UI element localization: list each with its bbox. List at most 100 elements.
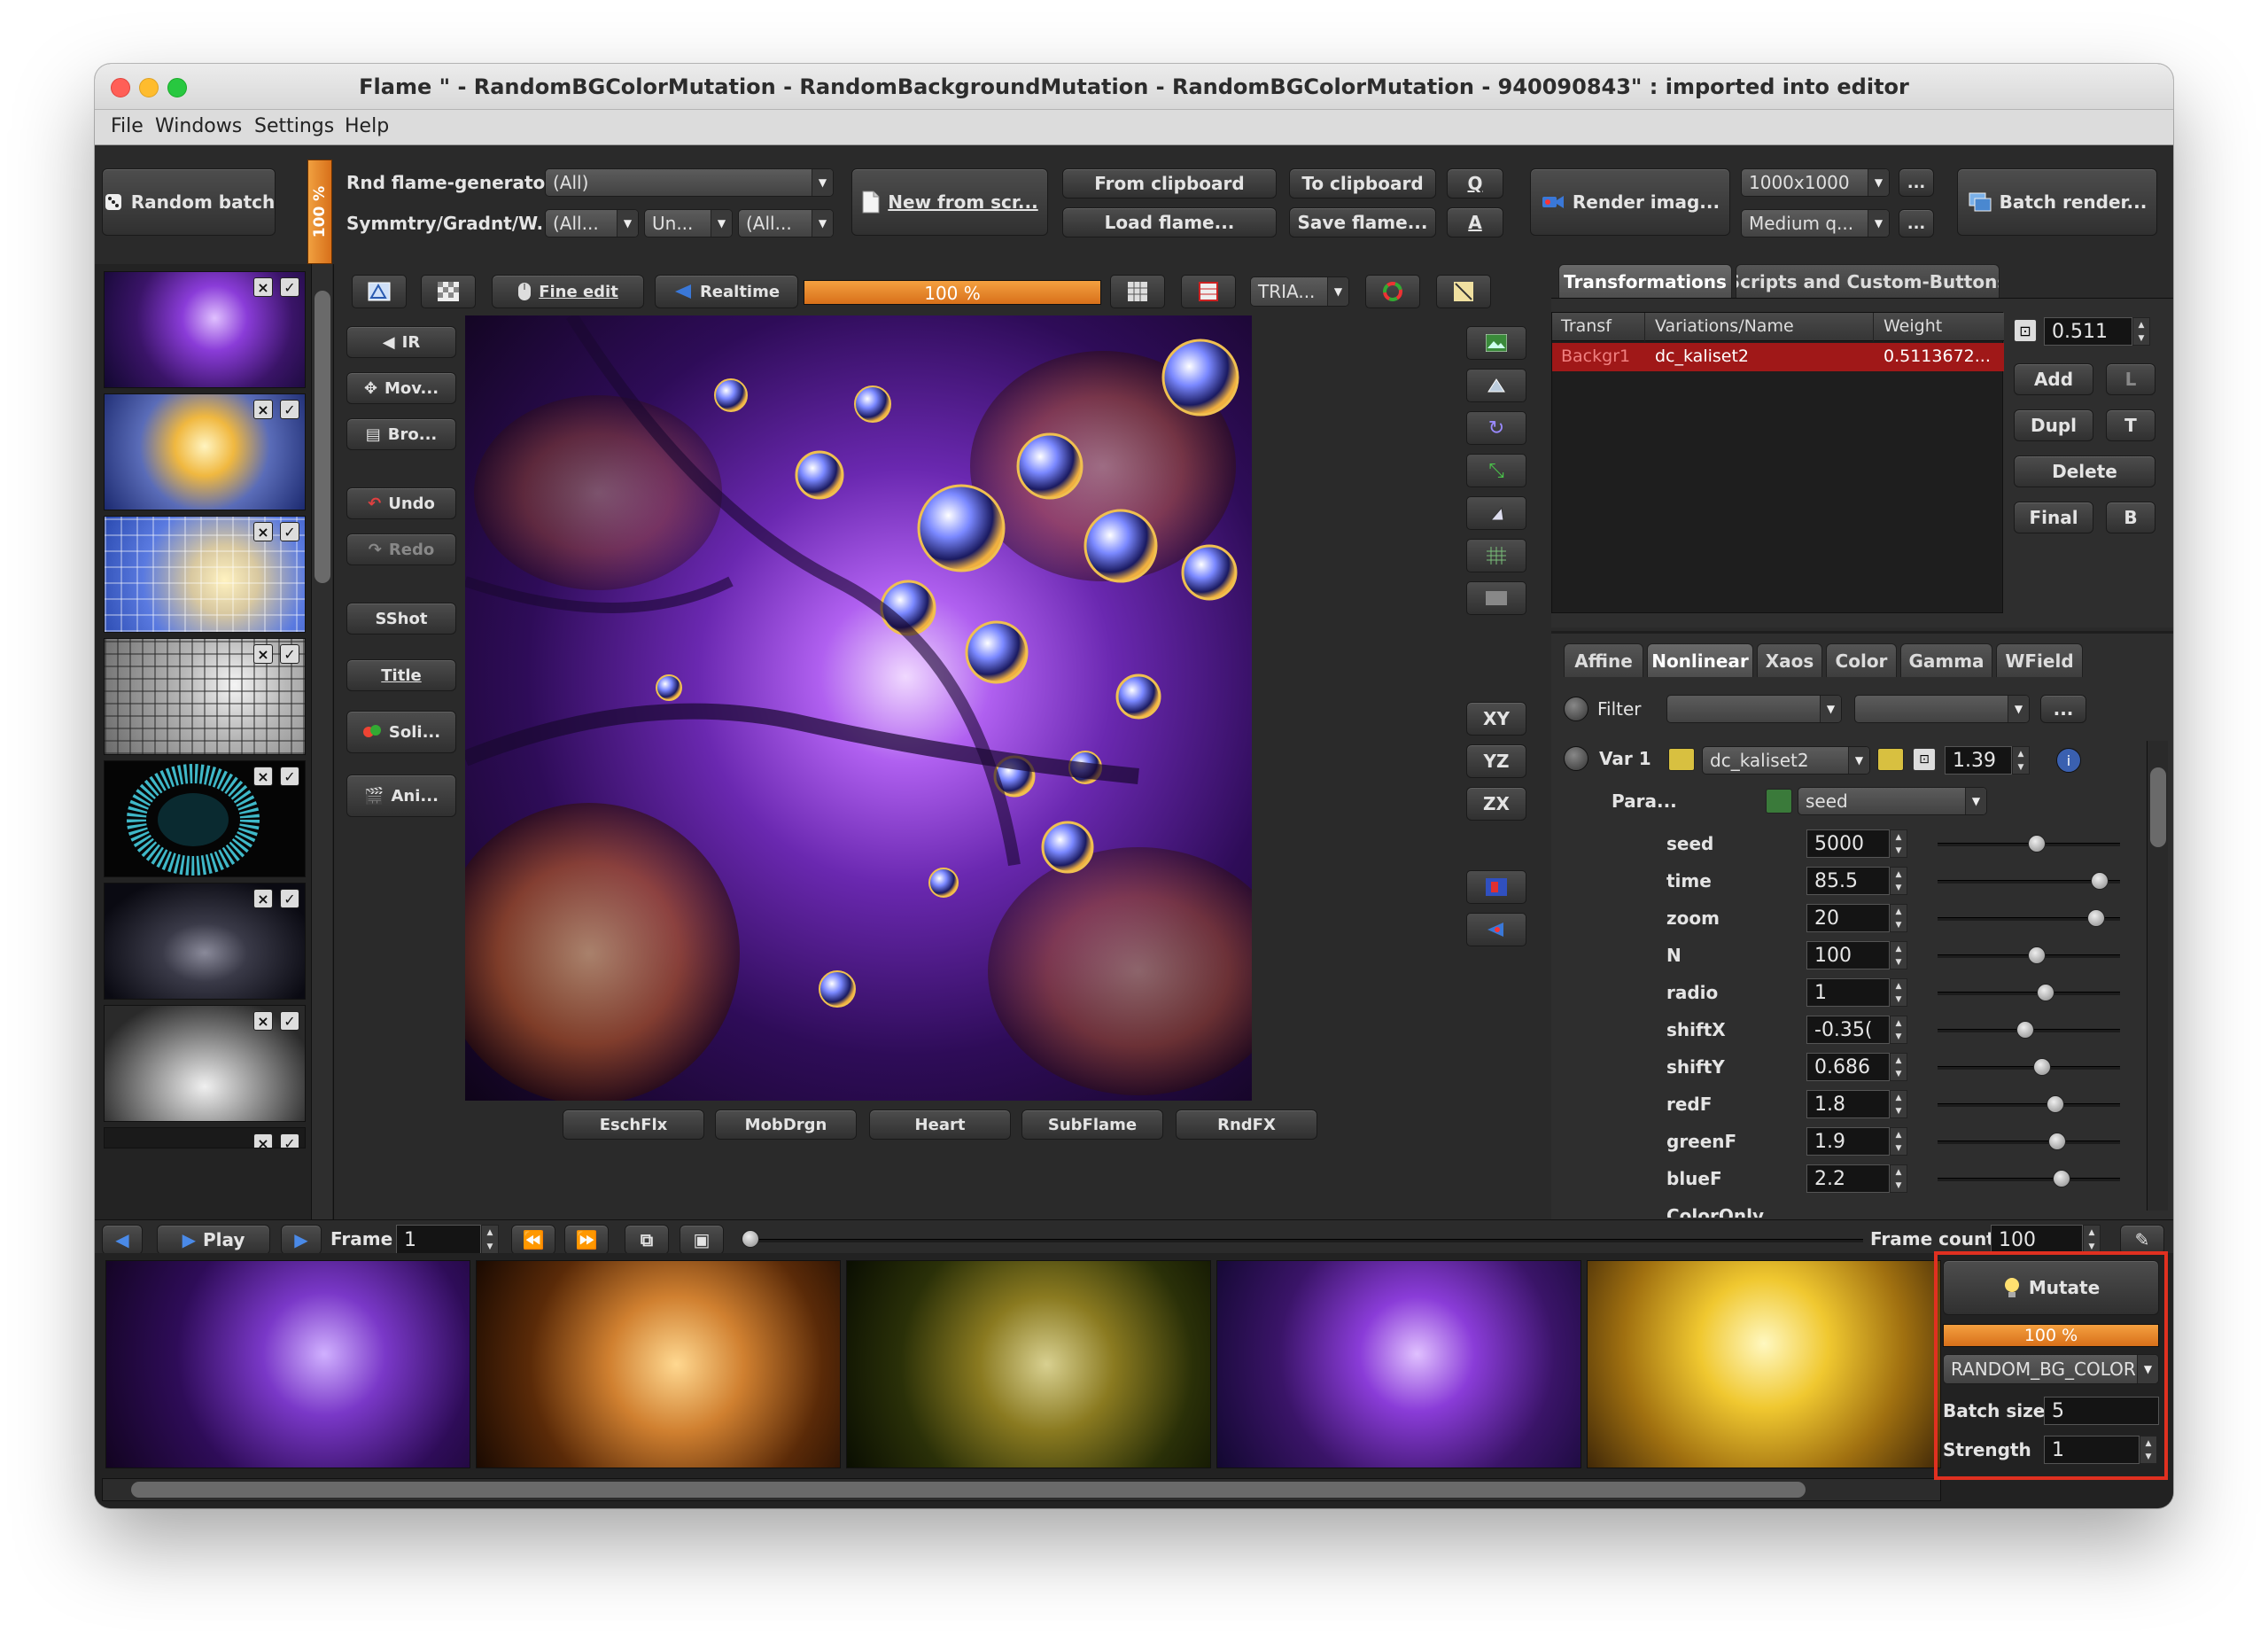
param-slider-track[interactable] <box>1938 1178 2120 1181</box>
weight-spinner[interactable]: ▲ ▼ <box>2132 317 2150 346</box>
l-button[interactable]: L <box>2106 363 2155 395</box>
filter-toggle[interactable] <box>1564 697 1588 721</box>
param-spinner[interactable]: ▲ ▼ <box>1890 1053 1907 1081</box>
param-spinner[interactable]: ▲ ▼ <box>1890 978 1907 1007</box>
toggle-overlay-button[interactable] <box>1436 275 1491 308</box>
param-spinner[interactable]: ▲ ▼ <box>1890 941 1907 969</box>
menu-help[interactable]: Help <box>345 115 389 137</box>
gray-button[interactable] <box>1466 581 1526 615</box>
triangle-mode-select[interactable]: TRIA... ▼ <box>1250 276 1349 307</box>
param-slider-knob[interactable] <box>2033 1058 2051 1076</box>
redo-button[interactable]: ↷ Redo <box>346 533 456 565</box>
mutation-thumbnail-1[interactable] <box>105 1260 470 1468</box>
copy-frame-button[interactable]: ⧉ <box>625 1225 669 1255</box>
to-clipboard-button[interactable]: To clipboard <box>1289 168 1436 199</box>
weight-field[interactable]: 0.511 <box>2044 317 2132 346</box>
script-rndfx-button[interactable]: RndFX <box>1176 1109 1317 1140</box>
param-field-bluef[interactable]: 2.2 <box>1806 1164 1890 1193</box>
triangle-move-button[interactable] <box>1466 369 1526 402</box>
param-slider-knob[interactable] <box>2047 1095 2064 1113</box>
load-flame-button[interactable]: Load flame... <box>1062 207 1277 237</box>
thumbnail-6[interactable]: × ✓ <box>104 883 306 1000</box>
guides-button[interactable] <box>1181 275 1236 308</box>
grid-button[interactable] <box>1110 275 1165 308</box>
animation-button[interactable]: 🎬 Ani... <box>346 775 456 817</box>
select-thumbnail-checkbox[interactable]: ✓ <box>280 889 299 908</box>
quality-edit-button[interactable]: ... <box>1899 209 1934 237</box>
ir-button[interactable]: ◀ IR <box>346 326 456 358</box>
flame-preview-canvas[interactable] <box>465 315 1252 1101</box>
param-field-shiftx[interactable]: -0.35( <box>1806 1016 1890 1044</box>
frame-slider-track[interactable] <box>750 1239 1863 1242</box>
menu-settings[interactable]: Settings <box>254 115 334 137</box>
param-field-redf[interactable]: 1.8 <box>1806 1090 1890 1118</box>
select-thumbnail-checkbox[interactable]: ✓ <box>280 522 299 541</box>
param-slider-knob[interactable] <box>2016 1021 2034 1039</box>
random-batch-button[interactable]: Random batch <box>102 168 276 236</box>
grid-snap-button[interactable] <box>1466 539 1526 572</box>
xy-plane-button[interactable]: XY <box>1466 702 1526 736</box>
script-subflame-button[interactable]: SubFlame <box>1021 1109 1163 1140</box>
remove-thumbnail-icon[interactable]: × <box>253 644 273 664</box>
thumbnail-scrollbar[interactable] <box>311 264 332 1219</box>
zx-plane-button[interactable]: ZX <box>1466 787 1526 821</box>
a-button[interactable]: A <box>1447 207 1503 237</box>
mutations-scrollbar[interactable] <box>102 1478 1941 1501</box>
remove-thumbnail-icon[interactable]: × <box>253 767 273 786</box>
strength-spinner[interactable]: ▲ ▼ <box>2140 1436 2157 1464</box>
param-slider-knob[interactable] <box>2028 835 2046 853</box>
render-image-button[interactable]: Render imag... <box>1530 168 1730 236</box>
select-thumbnail-checkbox[interactable]: ✓ <box>280 644 299 664</box>
select-thumbnail-checkbox[interactable]: ✓ <box>280 767 299 786</box>
menu-windows[interactable]: Windows <box>155 115 242 137</box>
batch-render-button[interactable]: Batch render... <box>1957 168 2157 236</box>
strength-field[interactable]: 1 <box>2044 1436 2140 1464</box>
filter-more-button[interactable]: ... <box>2040 695 2086 723</box>
thumbnail-4[interactable]: × ✓ <box>104 638 306 755</box>
thumbnail-7[interactable]: × ✓ <box>104 1005 306 1122</box>
mutation-thumbnail-2[interactable] <box>476 1260 841 1468</box>
thumbnail-8[interactable]: × ✓ <box>104 1127 306 1148</box>
select-thumbnail-checkbox[interactable]: ✓ <box>280 400 299 419</box>
param-slider-knob[interactable] <box>2087 909 2105 927</box>
thumbnail-2[interactable]: × ✓ <box>104 393 306 510</box>
thumbnail-1[interactable]: × ✓ <box>104 271 306 388</box>
rnd-generator-select[interactable]: (All) ▼ <box>545 168 834 197</box>
menu-file[interactable]: File <box>111 115 144 137</box>
filter-select-2[interactable]: ▼ <box>1854 695 2030 723</box>
var-amount-field[interactable]: 1.39 <box>1945 746 2012 775</box>
symmetry-select[interactable]: (All... ▼ <box>545 209 639 237</box>
fine-edit-button[interactable]: Fine edit <box>492 275 644 308</box>
color-picker-button[interactable] <box>1466 870 1526 904</box>
param-slider-track[interactable] <box>1938 1141 2120 1144</box>
quality-select[interactable]: Medium q... ▼ <box>1741 209 1890 237</box>
tab-nonlinear[interactable]: Nonlinear <box>1647 643 1753 677</box>
remove-thumbnail-icon[interactable]: × <box>253 889 273 908</box>
param-spinner[interactable]: ▲ ▼ <box>1890 1090 1907 1118</box>
select-thumbnail-checkbox[interactable]: ✓ <box>280 1133 299 1148</box>
remove-thumbnail-icon[interactable]: × <box>253 277 273 297</box>
resolution-edit-button[interactable]: ... <box>1899 168 1934 197</box>
var-lock-icon[interactable]: ⊡ <box>1913 748 1936 771</box>
b-button[interactable]: B <box>2106 502 2155 533</box>
browse-button[interactable]: ▤ Bro... <box>346 418 456 450</box>
rewind-button[interactable]: ⏪ <box>511 1225 555 1255</box>
from-clipboard-button[interactable]: From clipboard <box>1062 168 1277 199</box>
edit-mode-button[interactable] <box>352 275 407 308</box>
transparency-button[interactable] <box>421 275 476 308</box>
move-button[interactable]: ✥ Mov... <box>346 372 456 404</box>
next-frame-button[interactable]: ▶ <box>281 1225 322 1255</box>
save-flame-button[interactable]: Save flame... <box>1289 207 1436 237</box>
mutation-thumbnail-3[interactable] <box>846 1260 1211 1468</box>
script-mobdrgn-button[interactable]: MobDrgn <box>715 1109 857 1140</box>
tab-color[interactable]: Color <box>1826 643 1897 677</box>
sshot-button[interactable]: SShot <box>346 603 456 635</box>
scale-button[interactable]: ⤡ <box>1466 454 1526 487</box>
param-field-greenf[interactable]: 1.9 <box>1806 1127 1890 1156</box>
delete-transform-button[interactable]: Delete <box>2014 455 2155 487</box>
param-spinner[interactable]: ▲ ▼ <box>1890 1164 1907 1193</box>
tab-wfield[interactable]: WField <box>1996 643 2083 677</box>
param-field-seed[interactable]: 5000 <box>1806 829 1890 858</box>
script-heart-button[interactable]: Heart <box>869 1109 1011 1140</box>
tab-affine[interactable]: Affine <box>1564 643 1643 677</box>
